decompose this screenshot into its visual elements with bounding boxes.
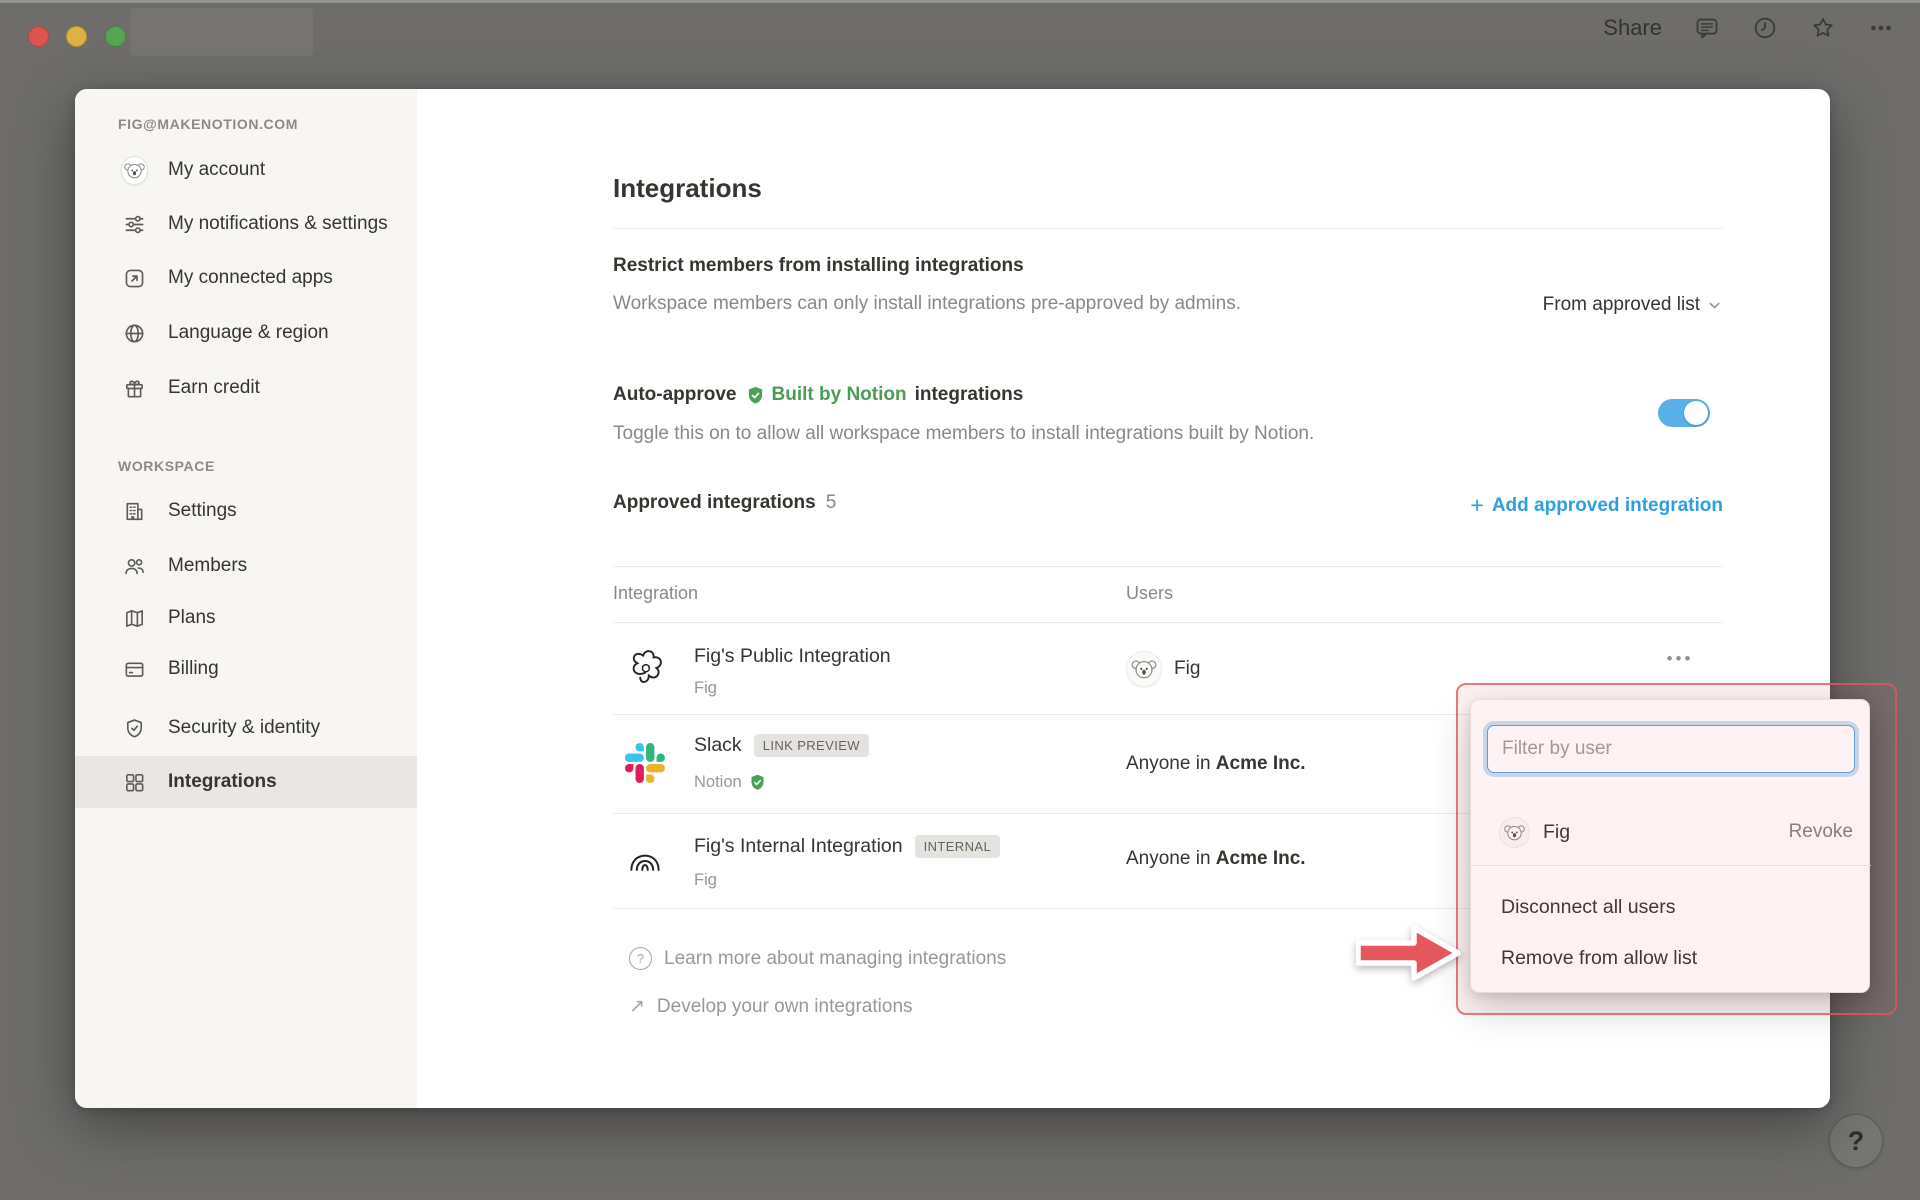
verified-shield-icon [748,386,762,404]
auto-approve-toggle[interactable] [1658,399,1710,427]
integration-owner-text: Fig [694,679,717,697]
users-text: Anyone in Acme Inc. [1126,753,1306,775]
traffic-light-zoom[interactable] [105,26,126,47]
comments-icon[interactable] [1694,15,1720,41]
slack-logo-icon [624,742,666,784]
integration-name: Slack LINK PREVIEW [694,734,869,757]
users-text: Anyone in Acme Inc. [1126,848,1306,870]
integration-arches-icon [624,838,666,880]
integration-name-text: Fig's Public Integration [694,645,891,667]
auto-approve-prefix: Auto-approve [613,384,737,405]
users-prefix: Anyone in [1126,753,1211,774]
screen: Share FIG@MAKENOTION.COM My account My n… [0,0,1920,1200]
share-button[interactable]: Share [1603,15,1662,41]
integration-owner: Fig [694,871,717,890]
column-header-users: Users [1126,583,1174,603]
traffic-light-minimize[interactable] [66,26,87,47]
auto-approve-title: Auto-approve Built by Notion integration… [613,384,1023,406]
more-options-icon[interactable] [1868,15,1894,41]
integration-name: Fig's Internal Integration INTERNAL [694,835,1001,858]
screen-top-edge [0,0,1920,3]
favorite-star-icon[interactable] [1810,15,1836,41]
users-org: Acme Inc. [1215,753,1306,774]
verified-shield-icon [751,774,764,790]
filter-by-user-input[interactable] [1487,725,1855,773]
chevron-down-icon [1709,302,1720,308]
annotation-arrow-icon [1356,925,1461,981]
restrict-policy-dropdown[interactable]: From approved list [1543,290,1723,320]
link-preview-badge: LINK PREVIEW [753,734,869,757]
built-by-notion-badge: Built by Notion [745,384,907,406]
restrict-setting-title: Restrict members from installing integra… [613,255,1024,276]
row-more-options-icon[interactable]: ••• [1658,649,1702,669]
revoke-button[interactable]: Revoke [1789,821,1853,843]
add-approved-integration-label: Add approved integration [1491,494,1723,516]
dropdown-value: From approved list [1542,294,1700,315]
internal-badge: INTERNAL [914,835,1001,858]
divider [613,228,1723,229]
develop-integrations-label: Develop your own integrations [656,995,913,1017]
divider [1471,865,1871,866]
users-cell: Anyone in Acme Inc. [1126,848,1306,870]
integration-users-popup: Fig Revoke Disconnect all users Remove f… [1470,699,1871,993]
menu-item-remove-from-allow-list[interactable]: Remove from allow list [1471,936,1871,980]
approved-integrations-title: Approved integrations 5 [613,492,836,514]
built-by-notion-label: Built by Notion [771,384,907,405]
users-cell: Anyone in Acme Inc. [1126,753,1306,775]
users-prefix: Anyone in [1126,848,1211,869]
integration-owner-text: Notion [694,773,742,791]
integration-name: Fig's Public Integration [694,645,891,668]
integration-doodle-icon [624,647,666,689]
user-avatar-icon [1126,651,1162,687]
help-button[interactable]: ? [1829,1114,1883,1168]
integration-owner: Notion [694,773,767,792]
popup-user-row[interactable]: Fig Revoke [1471,808,1871,856]
integration-owner: Fig [694,679,717,698]
learn-more-link[interactable]: ? Learn more about managing integrations [629,947,1006,970]
auto-approve-description: Toggle this on to allow all workspace me… [613,423,1315,444]
window-toolbar: Share [1603,8,1894,48]
users-org: Acme Inc. [1215,848,1306,869]
restrict-setting-description: Workspace members can only install integ… [613,293,1242,314]
plus-icon: + [1470,492,1484,518]
users-cell: Fig [1126,651,1200,687]
approved-integrations-label: Approved integrations [613,492,816,513]
learn-more-label: Learn more about managing integrations [664,947,1007,969]
toggle-knob [1684,401,1708,425]
menu-item-disconnect-all-users[interactable]: Disconnect all users [1471,885,1871,929]
integration-name-text: Fig's Internal Integration [694,835,903,857]
auto-approve-suffix: integrations [914,384,1024,405]
help-circle-icon: ? [629,947,652,970]
integration-name-text: Slack [694,734,742,756]
integration-owner-text: Fig [694,871,717,889]
approved-integrations-count: 5 [825,492,837,513]
traffic-light-close[interactable] [28,26,49,47]
develop-integrations-link[interactable]: ↗ Develop your own integrations [629,995,913,1018]
updates-clock-icon[interactable] [1752,15,1778,41]
user-avatar-icon [1499,816,1530,848]
arrow-up-right-icon: ↗ [629,996,645,1017]
titlebar-tab-area [131,8,313,56]
popup-user-name: Fig [1543,820,1571,843]
column-header-integration: Integration [613,583,699,603]
add-approved-integration-button[interactable]: + Add approved integration [1470,492,1723,519]
divider [613,566,1723,567]
page-title: Integrations [613,173,762,203]
user-name: Fig [1174,658,1201,679]
